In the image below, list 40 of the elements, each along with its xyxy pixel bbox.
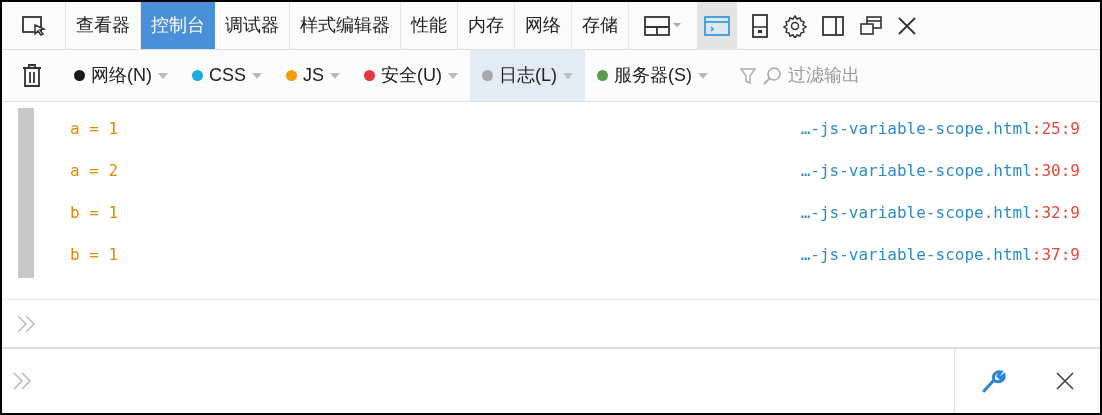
caret-icon [158,72,168,79]
source-link[interactable]: …-js-variable-scope.html:32:9 [800,201,1080,225]
filter-button[interactable]: 服务器(S) [585,50,721,101]
close-icon[interactable] [897,15,917,36]
phone-icon[interactable] [751,12,769,39]
tab[interactable]: 存储 [572,2,629,49]
tab[interactable]: 性能 [401,2,458,49]
log-message: b = 1 [70,244,119,266]
caret-icon [698,72,709,79]
trash-icon[interactable] [21,62,43,89]
settings-icon[interactable] [783,13,807,38]
element-picker-icon[interactable] [20,14,47,37]
filter-button[interactable]: 网络(N) [62,50,180,101]
separate-window-icon[interactable] [859,14,883,37]
layout-dropdown-icon[interactable] [643,14,683,37]
tab[interactable]: 样式编辑器 [290,2,401,49]
filter-button[interactable]: CSS [180,50,274,101]
caret-icon [563,72,574,79]
source-link[interactable]: …-js-variable-scope.html:37:9 [800,243,1080,267]
source-link[interactable]: …-js-variable-scope.html:25:9 [800,117,1080,141]
log-message: a = 1 [70,118,119,140]
close-icon[interactable] [1055,371,1076,391]
split-console-button[interactable] [697,1,737,50]
caret-icon [252,72,262,79]
funnel-icon [740,66,757,85]
log-message: a = 2 [70,160,119,182]
filter-field[interactable]: 过滤输出 [788,62,1090,89]
log-message: b = 1 [70,202,119,224]
caret-icon [448,72,459,79]
console-icon [703,14,731,37]
filter-button[interactable]: JS [274,50,353,101]
source-link[interactable]: …-js-variable-scope.html:30:9 [800,159,1080,183]
filter-button[interactable]: 日志(L) [470,50,586,101]
caret-icon [330,72,341,79]
tab[interactable]: 内存 [458,2,515,49]
filter-button[interactable]: 安全(U) [352,50,471,101]
tab[interactable]: 调试器 [215,2,290,49]
search-icon [762,65,783,86]
tab[interactable]: 网络 [515,2,572,49]
dock-side-icon[interactable] [821,14,845,37]
